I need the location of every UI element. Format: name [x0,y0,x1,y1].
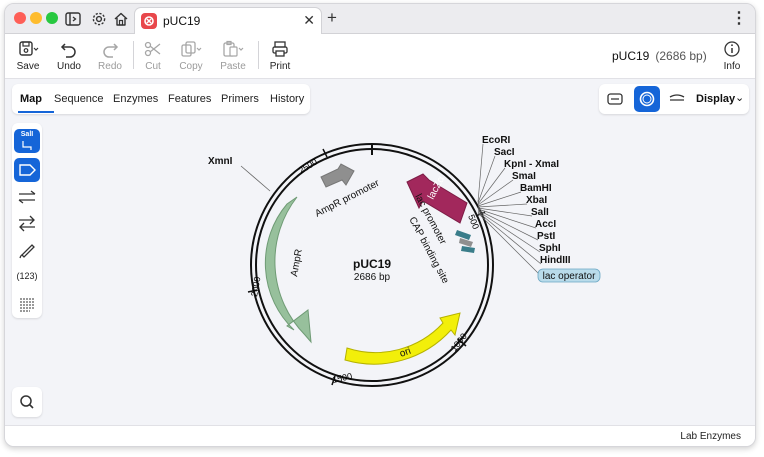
enzyme-leader-xmni [240,165,271,192]
enzyme-hindiii[interactable]: HindIII [540,255,571,266]
enzyme-sali[interactable]: SalI [531,207,549,218]
feature-ampr[interactable] [264,196,312,344]
plasmid-name: pUC19 [353,257,391,271]
feature-cap-binding-mark[interactable] [461,246,475,253]
enzyme-acci[interactable]: AccI [535,219,556,230]
tick-label-500: 500 [466,213,481,231]
status-bar: Lab Enzymes [5,425,755,446]
plasmid-map: 500 1000 1500 2000 2500 AmpR AmpR promot… [208,135,601,387]
enzyme-kpni-xmai[interactable]: KpnI - XmaI [504,159,559,170]
tick-label-1500: 1500 [331,371,353,385]
enzyme-xmni[interactable]: XmnI [208,156,233,167]
enzyme-smai[interactable]: SmaI [512,171,536,182]
app-window: pUC19 ✕ + ⋮ Save Undo Redo Cut Copy Past… [4,3,756,447]
enzyme-xbai[interactable]: XbaI [526,195,547,206]
tick-label-2500: 2500 [297,157,319,176]
enzyme-set-selector[interactable]: Lab Enzymes [680,431,741,442]
enzyme-psti[interactable]: PstI [537,231,556,242]
enzyme-saci[interactable]: SacI [494,147,515,158]
lac-operator-label: lac operator [543,271,596,282]
enzyme-ecori[interactable]: EcoRI [482,135,511,146]
plasmid-length: 2686 bp [354,272,391,283]
feature-ampr-promoter[interactable] [320,163,355,188]
feature-label-ampr: AmpR [289,248,305,277]
enzyme-bamhi[interactable]: BamHI [520,183,552,194]
feature-label-ampr-promoter: AmpR promoter [313,178,381,220]
feature-lac-promoter-mark[interactable] [459,238,473,247]
feature-lac-operator-mark[interactable] [455,230,471,240]
enzyme-sphi[interactable]: SphI [539,243,561,254]
